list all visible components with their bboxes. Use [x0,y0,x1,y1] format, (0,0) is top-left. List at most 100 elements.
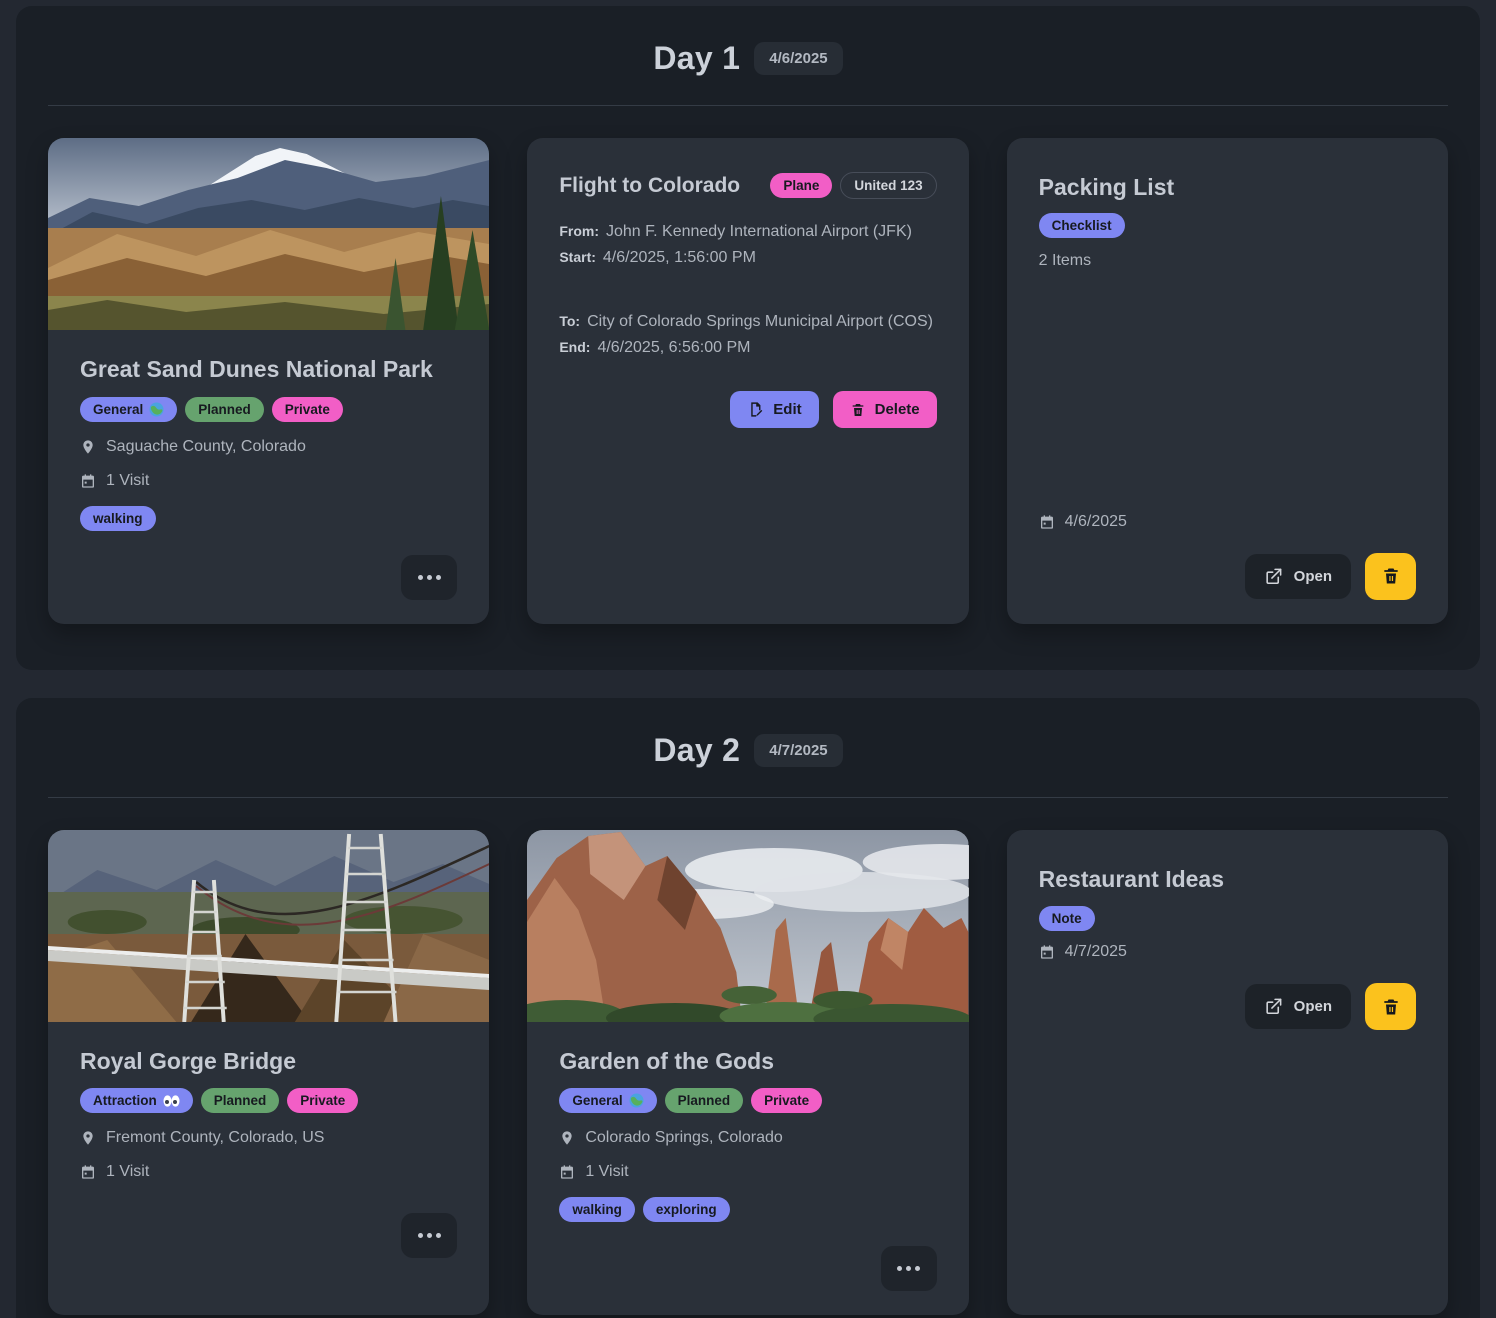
more-button[interactable] [401,1213,457,1258]
note-date: 4/7/2025 [1065,943,1127,961]
visibility-badge: Private [272,397,343,422]
day-2-cards: Royal Gorge Bridge Attraction Planned Pr… [48,830,1448,1316]
location-text: Fremont County, Colorado, US [106,1129,324,1147]
checklist-date-row: 4/6/2025 [1039,513,1416,531]
more-button[interactable] [401,555,457,600]
calendar-icon [80,473,96,489]
checklist-type-badge: Checklist [1039,213,1125,238]
status-badge: Planned [665,1088,744,1113]
day-2-title: Day 2 [653,732,740,769]
tag-walking: walking [80,506,156,531]
checklist-date: 4/6/2025 [1065,513,1127,531]
ellipsis-icon [418,575,423,580]
flight-title: Flight to Colorado [559,173,740,198]
tag-exploring: exploring [643,1197,730,1222]
delete-button[interactable]: Delete [833,391,937,428]
note-title: Restaurant Ideas [1039,866,1416,894]
day-1-date-badge: 4/6/2025 [754,42,842,75]
visits-row: 1 Visit [80,472,457,490]
open-note-button[interactable]: Open [1245,984,1351,1029]
note-type-badge: Note [1039,906,1095,931]
ellipsis-icon [418,1233,423,1238]
adventure-photo-garden-of-the-gods [527,830,968,1022]
category-badge: General [80,397,177,422]
end-label: End: [559,339,590,355]
edit-document-icon [747,401,764,418]
trash-icon [1381,566,1401,586]
adventure-title[interactable]: Garden of the Gods [559,1048,936,1076]
eyes-icon [163,1095,180,1107]
more-button[interactable] [881,1246,937,1291]
location-pin-icon [80,1130,96,1146]
calendar-icon [559,1164,575,1180]
adventure-card-great-sand-dunes: Great Sand Dunes National Park General P… [48,138,489,624]
day-1-header: Day 1 4/6/2025 [48,40,1448,106]
visibility-badge: Private [287,1088,358,1113]
location-text: Saguache County, Colorado [106,438,306,456]
checklist-item-count: 2 Items [1039,252,1416,270]
end-value: 4/6/2025, 6:56:00 PM [597,339,750,356]
start-value: 4/6/2025, 1:56:00 PM [603,249,756,266]
open-label: Open [1294,998,1332,1015]
external-link-icon [1264,567,1283,586]
category-label: Attraction [93,1093,157,1108]
visits-row: 1 Visit [559,1163,936,1181]
note-card-restaurant-ideas: Restaurant Ideas Note 4/7/2025 Open [1007,830,1448,1316]
location-row: Colorado Springs, Colorado [559,1129,936,1147]
from-value: John F. Kennedy International Airport (J… [606,223,912,240]
edit-button[interactable]: Edit [730,391,818,428]
visits-text: 1 Visit [106,472,149,490]
adventure-title[interactable]: Royal Gorge Bridge [80,1048,457,1076]
open-checklist-button[interactable]: Open [1245,554,1351,599]
transportation-card-flight: Flight to Colorado Plane United 123 From… [527,138,968,624]
status-badge: Planned [185,397,264,422]
adventure-photo-sand-dunes [48,138,489,330]
visits-row: 1 Visit [80,1163,457,1181]
delete-note-button[interactable] [1365,983,1416,1030]
note-date-row: 4/7/2025 [1039,943,1416,961]
location-pin-icon [559,1130,575,1146]
flight-number-badge: United 123 [840,172,936,199]
adventure-card-garden-of-the-gods: Garden of the Gods General Planned Priva… [527,830,968,1316]
to-label: To: [559,313,580,329]
adventure-title[interactable]: Great Sand Dunes National Park [80,356,457,384]
transport-type-badge: Plane [770,173,832,198]
adventure-card-royal-gorge: Royal Gorge Bridge Attraction Planned Pr… [48,830,489,1316]
delete-label: Delete [875,401,920,418]
location-row: Saguache County, Colorado [80,438,457,456]
from-label: From: [559,223,599,239]
adventure-photo-royal-gorge [48,830,489,1022]
globe-icon [149,402,164,417]
external-link-icon [1264,997,1283,1016]
visits-text: 1 Visit [585,1163,628,1181]
calendar-icon [1039,514,1055,530]
day-2-date-badge: 4/7/2025 [754,734,842,767]
location-row: Fremont County, Colorado, US [80,1129,457,1147]
trash-icon [1381,997,1401,1017]
day-2-header: Day 2 4/7/2025 [48,732,1448,798]
day-1-cards: Great Sand Dunes National Park General P… [48,138,1448,624]
ellipsis-icon [897,1266,902,1271]
visits-text: 1 Visit [106,1163,149,1181]
visibility-badge: Private [751,1088,822,1113]
trash-icon [850,402,866,418]
start-label: Start: [559,249,596,265]
checklist-title: Packing List [1039,174,1416,202]
tag-walking: walking [559,1197,635,1222]
to-value: City of Colorado Springs Municipal Airpo… [587,313,933,330]
category-label: General [572,1093,622,1108]
location-text: Colorado Springs, Colorado [585,1129,782,1147]
location-pin-icon [80,439,96,455]
category-label: General [93,402,143,417]
delete-checklist-button[interactable] [1365,553,1416,600]
calendar-icon [1039,944,1055,960]
globe-icon [629,1093,644,1108]
open-label: Open [1294,568,1332,585]
calendar-icon [80,1164,96,1180]
category-badge: General [559,1088,656,1113]
category-badge: Attraction [80,1088,193,1113]
day-1-section: Day 1 4/6/2025 [16,6,1480,670]
day-1-title: Day 1 [653,40,740,77]
checklist-card-packing-list: Packing List Checklist 2 Items 4/6/2025 … [1007,138,1448,624]
status-badge: Planned [201,1088,280,1113]
